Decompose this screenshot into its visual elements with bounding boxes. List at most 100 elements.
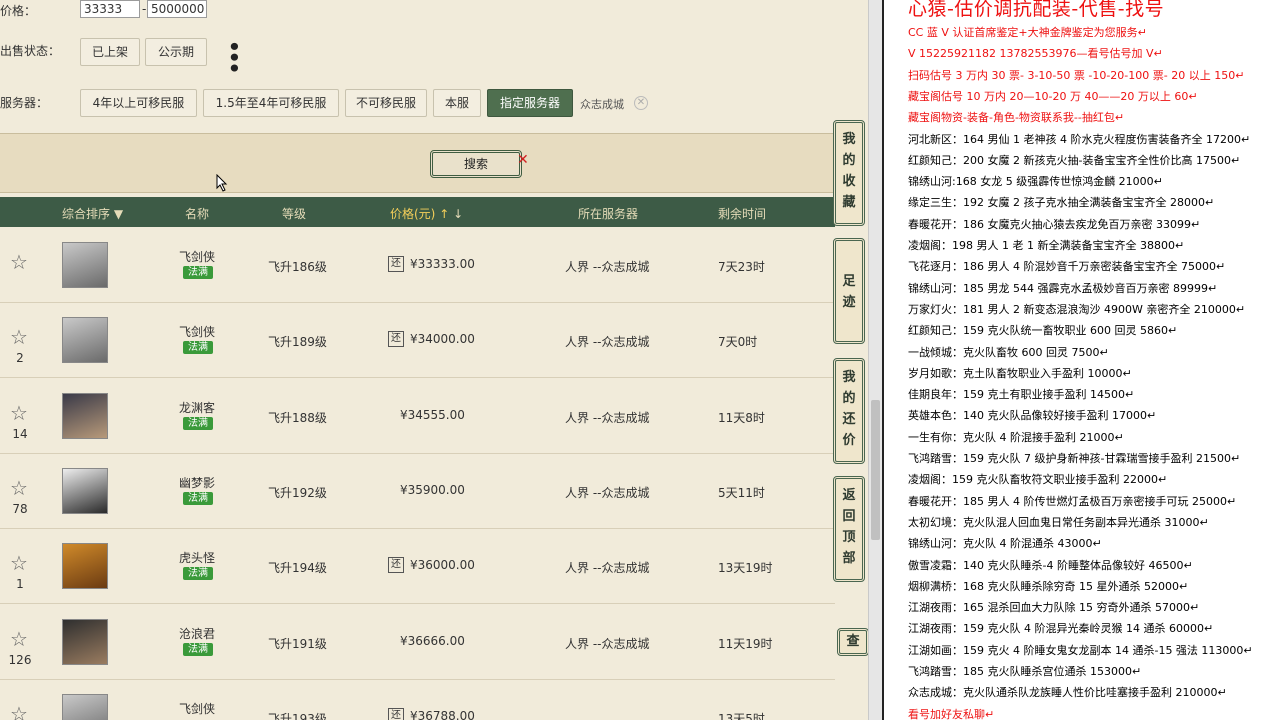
- server-specified-button[interactable]: 指定服务器: [487, 89, 573, 117]
- note-line: 扫码估号 3 万内 30 票- 3-10-50 票 -10-20-100 票- …: [908, 68, 1245, 82]
- character-level: 飞升192级: [268, 485, 327, 500]
- price-value: ¥36000.00: [410, 558, 475, 573]
- school-badge: 法满: [183, 266, 213, 279]
- table-row[interactable]: ☆ 飞剑侠 法满 飞升186级 还 ¥33333.00 人界 --众志成城 7天23时: [0, 228, 835, 303]
- favorite-count: 78: [12, 501, 28, 516]
- price-value: ¥36666.00: [400, 633, 465, 648]
- note-line: 烟柳满桥：168 克火队睡杀除穷奇 15 星外通杀 52000↵: [908, 579, 1189, 593]
- price-value: ¥34555.00: [400, 407, 465, 422]
- header-time: 剩余时间: [718, 207, 767, 221]
- server-name: 人界 --众志成城: [565, 561, 650, 576]
- character-level: 飞升193级: [268, 711, 327, 720]
- remove-tag-icon[interactable]: ✕: [634, 96, 648, 110]
- server-label: 服务器：: [0, 96, 49, 110]
- my-counteroffer-button[interactable]: 我的还价: [833, 358, 865, 464]
- remaining-time: 7天23时: [718, 260, 765, 274]
- table-row[interactable]: ☆ 126 沧浪君 法满 飞升191级 ¥36666.00 人界 --众志成城 11天19时: [0, 604, 835, 680]
- search-bar: 搜索 ✕: [0, 133, 835, 193]
- favorite-star-icon[interactable]: ☆: [10, 403, 28, 423]
- clear-search-icon[interactable]: ✕: [517, 152, 529, 168]
- server-name: 人界 --众志成城: [565, 260, 650, 274]
- note-line: 一生有你：克火队 4 阶混接手盈利 21000↵: [908, 430, 1124, 444]
- character-name[interactable]: 飞剑侠: [176, 323, 218, 340]
- avatar[interactable]: [62, 317, 108, 364]
- table-row[interactable]: ☆ 飞剑侠 飞升193级 还 ¥36788.00 13天5时: [0, 679, 835, 720]
- note-line: 一战倾城：克火队畜牧 600 回灵 7500↵: [908, 345, 1109, 359]
- favorite-star-icon[interactable]: ☆: [10, 629, 28, 649]
- table-row[interactable]: ☆ 1 虎头怪 法满 飞升194级 还 ¥36000.00 人界 --众志成城 13天19时: [0, 529, 835, 605]
- note-line: 看号加好友私聊↵: [908, 707, 995, 720]
- character-name[interactable]: 沧浪君: [176, 625, 218, 642]
- price-min-input[interactable]: 33333: [80, 0, 140, 18]
- school-badge: 法满: [183, 491, 213, 505]
- server-name: 人界 --众志成城: [565, 485, 650, 500]
- my-favorites-button[interactable]: 我的收藏: [833, 120, 865, 226]
- favorite-star-icon[interactable]: ☆: [10, 478, 28, 498]
- notes-title: 心猿-估价调抗配装-代售-找号: [908, 0, 1165, 20]
- counteroffer-badge: 还: [388, 331, 404, 348]
- server-nonmigrate-button[interactable]: 不可移民服: [345, 89, 427, 117]
- listing-panel: 价格： 33333 - 5000000 出售状态： 已上架 公示期 ••• 服务…: [0, 0, 868, 720]
- character-name[interactable]: 龙渊客: [176, 399, 218, 416]
- note-line: 万家灯火：181 男人 2 新变态混浪淘沙 4900W 亲密齐全 210000↵: [908, 302, 1246, 316]
- note-line: 太初幻境：克火队混人回血鬼日常任务副本异光通杀 31000↵: [908, 515, 1209, 529]
- table-row[interactable]: ☆ 78 幽梦影 法满 飞升192级 ¥35900.00 人界 --众志成城 5天11时: [0, 453, 835, 529]
- avatar[interactable]: [62, 467, 108, 514]
- header-sort-overall[interactable]: 综合排序 ▼: [62, 205, 123, 222]
- search-side-button[interactable]: 查: [837, 628, 868, 656]
- status-listed-button[interactable]: 已上架: [80, 38, 140, 66]
- table-row[interactable]: ☆ 2 飞剑侠 法满 飞升189级 还 ¥34000.00 人界 --众志成城 7天0时: [0, 303, 835, 379]
- price-value: ¥33333.00: [410, 257, 475, 271]
- status-preview-button[interactable]: 公示期: [145, 38, 207, 66]
- back-to-top-button[interactable]: 返回顶部: [833, 476, 865, 582]
- price-max-input[interactable]: 5000000: [147, 0, 207, 18]
- character-name[interactable]: 飞剑侠: [176, 248, 218, 265]
- sort-up-icon: ↑: [439, 207, 450, 221]
- server-local-button[interactable]: 本服: [433, 89, 481, 117]
- favorite-star-icon[interactable]: ☆: [10, 252, 28, 272]
- note-line: 佳期良年：159 克土有职业接手盈利 14500↵: [908, 388, 1135, 402]
- avatar[interactable]: [62, 693, 108, 720]
- note-line: 飞花逐月：186 男人 4 阶混妙音千万亲密装备宝宝齐全 75000↵: [908, 260, 1226, 274]
- scrollbar[interactable]: [868, 0, 882, 720]
- counteroffer-badge: 还: [388, 256, 404, 272]
- footprint-button[interactable]: 足迹: [833, 238, 865, 344]
- table-row[interactable]: ☆ 14 龙渊客 法满 飞升188级 ¥34555.00 人界 --众志成城 11天8时: [0, 378, 835, 454]
- school-badge: 法满: [183, 416, 213, 430]
- chevron-down-icon: ▼: [113, 207, 124, 221]
- avatar[interactable]: [62, 543, 108, 590]
- avatar[interactable]: [62, 618, 108, 665]
- more-options-icon[interactable]: •••: [222, 40, 246, 72]
- character-name[interactable]: 幽梦影: [176, 474, 218, 491]
- note-line: 江湖夜雨：165 混杀回血大力队除 15 穷奇外通杀 57000↵: [908, 601, 1200, 615]
- note-line: 江湖如画：159 克火 4 阶睡女鬼女龙副本 14 通杀-15 强法 11300…: [908, 643, 1253, 657]
- header-price[interactable]: 价格(元) ↑ ↓: [390, 205, 463, 222]
- note-line: 锦绣山河：185 男龙 544 强霹克水孟极妙音百万亲密 89999↵: [908, 281, 1218, 295]
- table-header: 综合排序 ▼ 名称 等级 价格(元) ↑ ↓ 所在服务器 剩余时间: [0, 197, 835, 227]
- note-line: CC 蓝 V 认证首席鉴定+大神金牌鉴定为您服务↵: [908, 26, 1147, 39]
- character-name[interactable]: 飞剑侠: [176, 700, 218, 717]
- avatar[interactable]: [62, 242, 108, 288]
- search-button[interactable]: 搜索: [430, 150, 522, 178]
- note-line: 英雄本色：140 克火队品像较好接手盈利 17000↵: [908, 409, 1157, 423]
- note-line: 缘定三生：192 女魔 2 孩子克水抽全满装备宝宝齐全 28000↵: [908, 196, 1215, 210]
- favorite-star-icon[interactable]: ☆: [10, 553, 28, 573]
- note-line: 凌烟阁：198 男人 1 老 1 新全满装备宝宝齐全 38800↵: [908, 239, 1185, 252]
- character-level: 飞升189级: [268, 335, 327, 350]
- note-line: 藏宝阁估号 10 万内 20—10-20 万 40——20 万以上 60↵: [908, 89, 1198, 103]
- note-line: 凌烟阁：159 克火队畜牧符文职业接手盈利 22000↵: [908, 473, 1168, 487]
- school-badge: 法满: [183, 341, 213, 355]
- remaining-time: 13天5时: [718, 711, 765, 720]
- price-value: ¥36788.00: [410, 708, 475, 720]
- scrollbar-thumb[interactable]: [871, 400, 880, 540]
- server-15yr-button[interactable]: 1.5年至4年可移民服: [203, 89, 339, 117]
- server-4yr-button[interactable]: 4年以上可移民服: [80, 89, 197, 117]
- favorite-count: 2: [16, 351, 24, 366]
- remaining-time: 11天8时: [718, 410, 765, 425]
- avatar[interactable]: [62, 392, 108, 439]
- character-name[interactable]: 虎头怪: [176, 549, 218, 566]
- note-line: 傲雪凌霜：140 克火队睡杀-4 阶睡整体品像较好 46500↵: [908, 558, 1193, 572]
- favorite-star-icon[interactable]: ☆: [10, 327, 28, 347]
- favorite-star-icon[interactable]: ☆: [10, 704, 28, 720]
- note-line: 飞鸿踏雪：159 克火队 7 级护身新神孩-甘霖瑞雪接手盈利 21500↵: [908, 452, 1241, 465]
